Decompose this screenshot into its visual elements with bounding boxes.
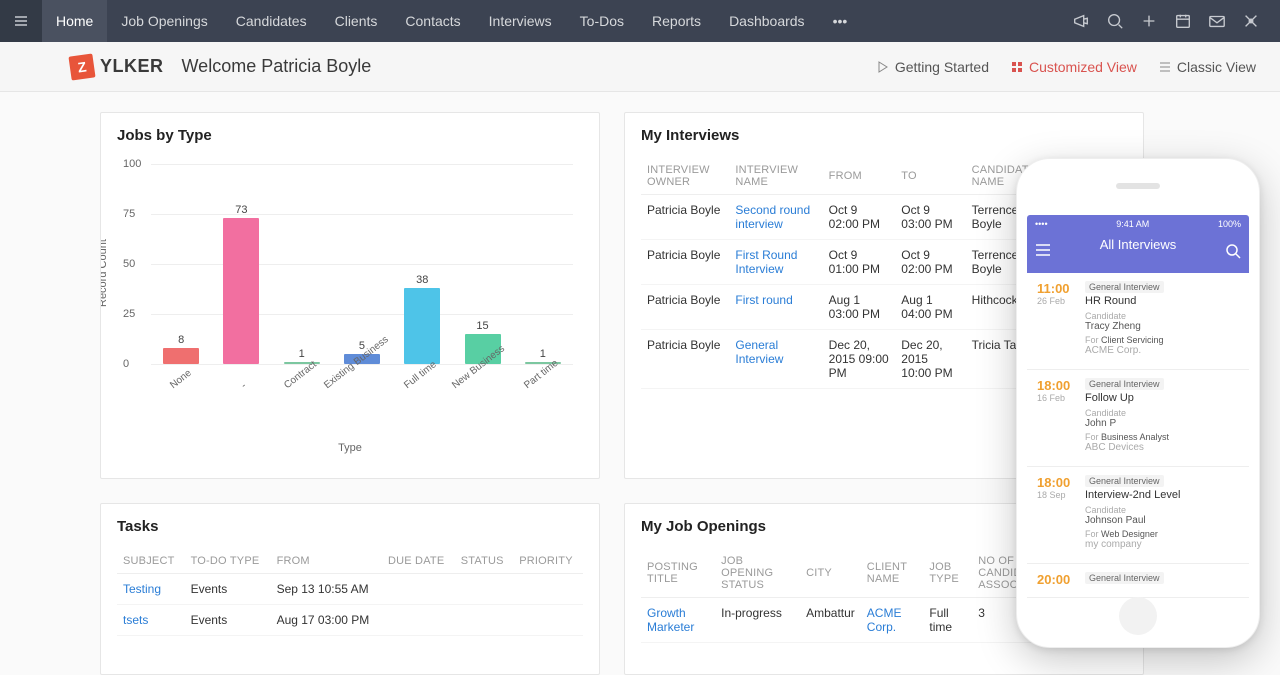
signal-icon: •••• — [1035, 219, 1048, 229]
nav-contacts[interactable]: Contacts — [391, 0, 474, 42]
card-title: My Interviews — [641, 127, 1127, 144]
mobile-search-icon[interactable] — [1225, 243, 1241, 264]
brand-text: YLKER — [100, 56, 164, 77]
clock: 9:41 AM — [1116, 219, 1149, 229]
mobile-preview: •••• 9:41 AM 100% All Interviews 11:0026… — [1016, 158, 1260, 648]
top-nav: HomeJob OpeningsCandidatesClientsContact… — [0, 0, 1280, 42]
menu-icon[interactable] — [0, 0, 42, 42]
brand-badge: Z — [68, 53, 95, 80]
mobile-menu-icon[interactable] — [1035, 243, 1051, 262]
nav-to-dos[interactable]: To-Dos — [566, 0, 638, 42]
nav-reports[interactable]: Reports — [638, 0, 715, 42]
search-icon[interactable] — [1098, 0, 1132, 42]
bar--[interactable]: 73- — [222, 204, 260, 364]
bar-new-business[interactable]: 15New Business — [464, 320, 502, 364]
settings-icon[interactable] — [1234, 0, 1268, 42]
table-row[interactable]: tsetsEventsAug 17 03:00 PM — [117, 604, 583, 635]
bar-none[interactable]: 8None — [162, 334, 200, 364]
brand-logo: Z YLKER — [70, 55, 164, 79]
bar-contract[interactable]: 1Contract — [283, 348, 321, 364]
nav-interviews[interactable]: Interviews — [475, 0, 566, 42]
nav-home[interactable]: Home — [42, 0, 107, 42]
mobile-header: •••• 9:41 AM 100% All Interviews — [1027, 215, 1249, 273]
calendar-icon[interactable] — [1166, 0, 1200, 42]
welcome-text: Welcome Patricia Boyle — [182, 56, 372, 77]
tasks-table: SUBJECTTO-DO TYPEFROMDUE DATESTATUSPRIOR… — [117, 547, 583, 636]
mobile-title: All Interviews — [1027, 233, 1249, 252]
mobile-interview-list: 11:0026 Feb General Interview HR Round C… — [1027, 273, 1249, 598]
bar-part-time[interactable]: 1Part time — [524, 348, 562, 364]
nav-clients[interactable]: Clients — [321, 0, 392, 42]
battery: 100% — [1218, 219, 1241, 229]
tasks-card: Tasks SUBJECTTO-DO TYPEFROMDUE DATESTATU… — [100, 503, 600, 675]
bar-full-time[interactable]: 38Full time — [403, 274, 441, 364]
nav-candidates[interactable]: Candidates — [222, 0, 321, 42]
card-title: Jobs by Type — [117, 127, 583, 144]
bar-existing-business[interactable]: 5Existing Business — [343, 340, 381, 364]
nav-job-openings[interactable]: Job Openings — [107, 0, 221, 42]
classic-view-link[interactable]: Classic View — [1159, 59, 1256, 75]
nav-dashboards[interactable]: Dashboards — [715, 0, 819, 42]
card-title: Tasks — [117, 518, 583, 535]
customized-view-link[interactable]: Customized View — [1011, 59, 1137, 75]
nav-more[interactable]: ••• — [819, 0, 862, 42]
announce-icon[interactable] — [1064, 0, 1098, 42]
jobs-chart: Record Count 02550751008None73-1Contract… — [117, 156, 583, 446]
jobs-by-type-card: Jobs by Type Record Count 02550751008Non… — [100, 112, 600, 479]
mobile-list-item[interactable]: 20:00 General Interview — [1027, 564, 1249, 598]
sub-header: Z YLKER Welcome Patricia Boyle Getting S… — [0, 42, 1280, 92]
table-row[interactable]: TestingEventsSep 13 10:55 AM — [117, 573, 583, 604]
mail-icon[interactable] — [1200, 0, 1234, 42]
mobile-list-item[interactable]: 18:0016 Feb General Interview Follow Up … — [1027, 370, 1249, 467]
add-icon[interactable] — [1132, 0, 1166, 42]
mobile-list-item[interactable]: 18:0018 Sep General Interview Interview-… — [1027, 467, 1249, 564]
getting-started-link[interactable]: Getting Started — [877, 59, 989, 75]
mobile-list-item[interactable]: 11:0026 Feb General Interview HR Round C… — [1027, 273, 1249, 370]
